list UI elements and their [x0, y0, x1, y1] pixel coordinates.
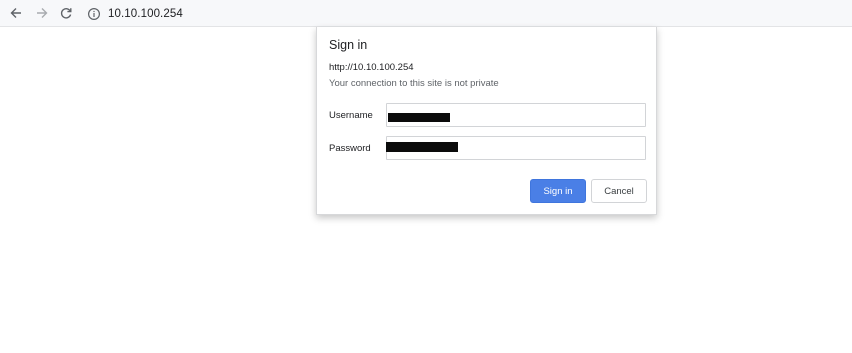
address-bar[interactable]: 10.10.100.254	[83, 2, 849, 25]
url-text[interactable]: 10.10.100.254	[108, 8, 183, 20]
username-field[interactable]	[386, 103, 646, 127]
back-button[interactable]	[7, 4, 25, 22]
dialog-title: Sign in	[329, 38, 368, 52]
reload-button[interactable]	[57, 4, 75, 22]
privacy-warning: Your connection to this site is not priv…	[329, 78, 499, 89]
username-label: Username	[329, 110, 373, 121]
back-arrow-icon	[10, 8, 21, 18]
password-label: Password	[329, 143, 371, 154]
sign-in-dialog: Sign in http://10.10.100.254 Your connec…	[316, 27, 657, 215]
password-field[interactable]	[386, 136, 646, 160]
info-icon[interactable]	[87, 7, 101, 21]
dialog-origin: http://10.10.100.254	[329, 62, 414, 73]
reload-icon	[60, 7, 72, 19]
browser-toolbar: 10.10.100.254	[0, 0, 852, 27]
forward-button[interactable]	[33, 4, 51, 22]
cancel-button[interactable]: Cancel	[591, 179, 647, 203]
sign-in-button[interactable]: Sign in	[530, 179, 586, 203]
forward-arrow-icon	[37, 8, 48, 18]
